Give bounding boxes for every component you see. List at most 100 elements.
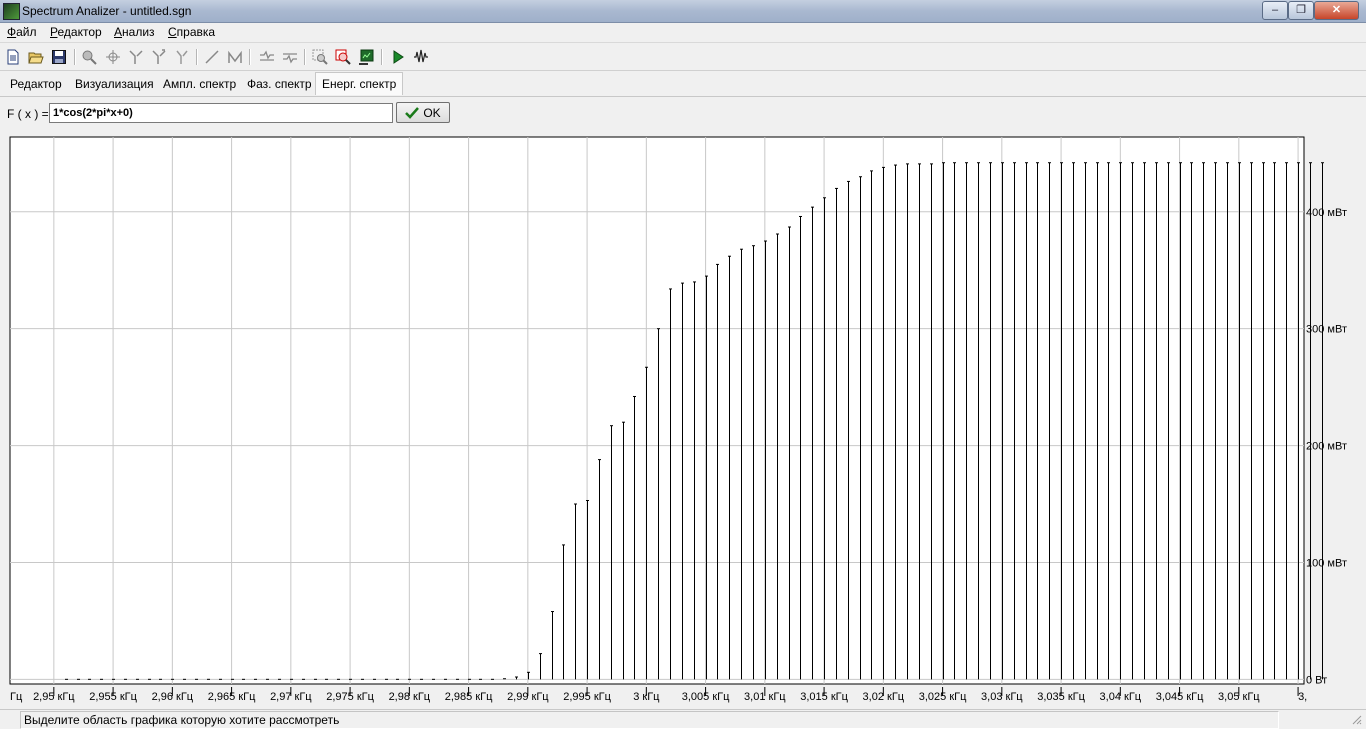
toolbar-separator (74, 49, 76, 65)
x-tick-label: 3,015 кГц (800, 691, 848, 703)
formula-row: F ( x ) = OK (0, 100, 1366, 128)
zoom-button[interactable] (80, 48, 98, 66)
menu-bar: Файл Редактор Анализ Справка (0, 23, 1366, 43)
tab-amplitude-spectrum[interactable]: Ампл. спектр (157, 73, 242, 95)
energy-spectrum-chart[interactable]: 0 Вт 100 мВт 200 мВт 300 мВт 400 мВт Гц 2,95 … (0, 130, 1366, 708)
open-button[interactable] (27, 48, 45, 66)
x-tick-label: 2,985 кГц (445, 691, 493, 703)
x-unit-label: Гц (10, 691, 23, 703)
new-file-icon (7, 49, 19, 65)
ok-button[interactable]: OK (396, 102, 450, 123)
filter-b-button[interactable] (281, 48, 299, 66)
zoom-reset-button[interactable] (334, 48, 352, 66)
x-tick-label: 2,995 кГц (563, 691, 611, 703)
run-button[interactable] (389, 48, 407, 66)
tab-editor[interactable]: Редактор (4, 73, 68, 95)
menu-analysis[interactable]: Анализ (114, 25, 155, 39)
x-tick-label: 3,005 кГц (682, 691, 730, 703)
filter-b-icon (283, 53, 297, 64)
y-axis: 0 Вт 100 мВт 200 мВт 300 мВт 400 мВт (1306, 207, 1347, 687)
peak-button[interactable] (226, 48, 244, 66)
tab-phase-spectrum[interactable]: Фаз. спектр (241, 73, 318, 95)
close-button[interactable]: ✕ (1314, 1, 1359, 20)
y-tick-label: 200 мВт (1306, 441, 1347, 453)
crosshair-button[interactable] (104, 48, 122, 66)
x-tick-label: 2,97 кГц (270, 691, 312, 703)
zoom-region-button[interactable] (311, 48, 329, 66)
menu-file[interactable]: Файл (7, 25, 37, 39)
y-tick-label: 0 Вт (1306, 674, 1327, 686)
y-tick-label: 400 мВт (1306, 207, 1347, 219)
cursor-b-icon (152, 49, 166, 64)
y-tick-label: 100 мВт (1306, 557, 1347, 569)
waveform-icon (414, 49, 428, 63)
save-button[interactable] (50, 48, 68, 66)
x-tick-label: 2,99 кГц (507, 691, 549, 703)
open-folder-icon (28, 52, 44, 64)
cursor-a-icon (129, 50, 143, 64)
ok-button-label: OK (423, 105, 441, 120)
x-tick-label: 3,035 кГц (1037, 691, 1085, 703)
zoom-reset-icon (335, 49, 351, 65)
line-button[interactable] (203, 48, 221, 66)
menu-help[interactable]: Справка (168, 25, 215, 39)
save-icon (52, 50, 66, 64)
x-tick-label: 3,03 кГц (981, 691, 1023, 703)
x-tick-label: 3 кГц (633, 691, 660, 703)
line-icon (205, 50, 219, 64)
new-file-button[interactable] (4, 48, 22, 66)
export-icon (359, 49, 374, 65)
x-tick-label: 3,025 кГц (919, 691, 967, 703)
status-panel: Выделите область графика которую хотите … (20, 711, 1279, 729)
maximize-button[interactable]: ❐ (1288, 1, 1314, 20)
x-axis: Гц 2,95 кГц 2,955 кГц 2,96 кГц 2,965 кГц 2,97… (10, 685, 1307, 703)
window-title: Spectrum Analizer - untitled.sgn (22, 4, 192, 18)
cursor-b-button[interactable] (150, 48, 168, 66)
filter-a-button[interactable] (258, 48, 276, 66)
x-tick-label: 3,04 кГц (1100, 691, 1142, 703)
signal-button[interactable] (412, 48, 430, 66)
x-tick-label: 2,955 кГц (89, 691, 137, 703)
x-tick-label: 2,975 кГц (326, 691, 374, 703)
toolbar-separator (196, 49, 198, 65)
zoom-icon (82, 50, 97, 65)
x-tick-label: 2,95 кГц (33, 691, 75, 703)
title-bar: Spectrum Analizer - untitled.sgn – ❐ ✕ (0, 0, 1366, 23)
zoom-region-icon (312, 49, 328, 65)
minimize-icon: – (1271, 4, 1279, 16)
status-bar: Выделите область графика которую хотите … (0, 709, 1366, 729)
toolbar-separator (249, 49, 251, 65)
formula-label: F ( x ) = (7, 107, 49, 121)
toolbar-separator (304, 49, 306, 65)
restore-icon: ❐ (1296, 4, 1306, 16)
checkmark-icon (405, 106, 420, 119)
peak-icon (228, 50, 242, 63)
tab-energy-spectrum[interactable]: Енерг. спектр (315, 72, 404, 95)
formula-input[interactable] (49, 103, 393, 123)
x-tick-label: 2,96 кГц (152, 691, 194, 703)
plot-area[interactable] (9, 136, 1305, 685)
x-tick-label: 3,02 кГц (863, 691, 905, 703)
status-text: Выделите область графика которую хотите … (24, 713, 340, 727)
x-tick-label: 2,965 кГц (208, 691, 256, 703)
toolbar-separator (381, 49, 383, 65)
x-tick-label: 2,98 кГц (389, 691, 431, 703)
tab-visualization[interactable]: Визуализация (69, 73, 160, 95)
menu-editor[interactable]: Редактор (50, 25, 102, 39)
cursor-a-button[interactable] (127, 48, 145, 66)
minimize-button[interactable]: – (1262, 1, 1288, 20)
cursor-c-icon (176, 50, 188, 64)
cursor-c-button[interactable] (173, 48, 191, 66)
crosshair-icon (106, 50, 120, 64)
x-tick-label: 3,045 кГц (1156, 691, 1204, 703)
filter-a-icon (260, 50, 274, 61)
export-button[interactable] (357, 48, 375, 66)
play-icon (393, 50, 404, 64)
x-tick-label: 3, (1298, 691, 1307, 703)
y-tick-label: 300 мВт (1306, 324, 1347, 336)
resize-grip-icon[interactable] (1350, 713, 1362, 725)
x-tick-label: 3,01 кГц (744, 691, 786, 703)
close-icon: ✕ (1331, 4, 1342, 16)
x-tick-label: 3,05 кГц (1218, 691, 1260, 703)
app-icon (3, 3, 20, 20)
